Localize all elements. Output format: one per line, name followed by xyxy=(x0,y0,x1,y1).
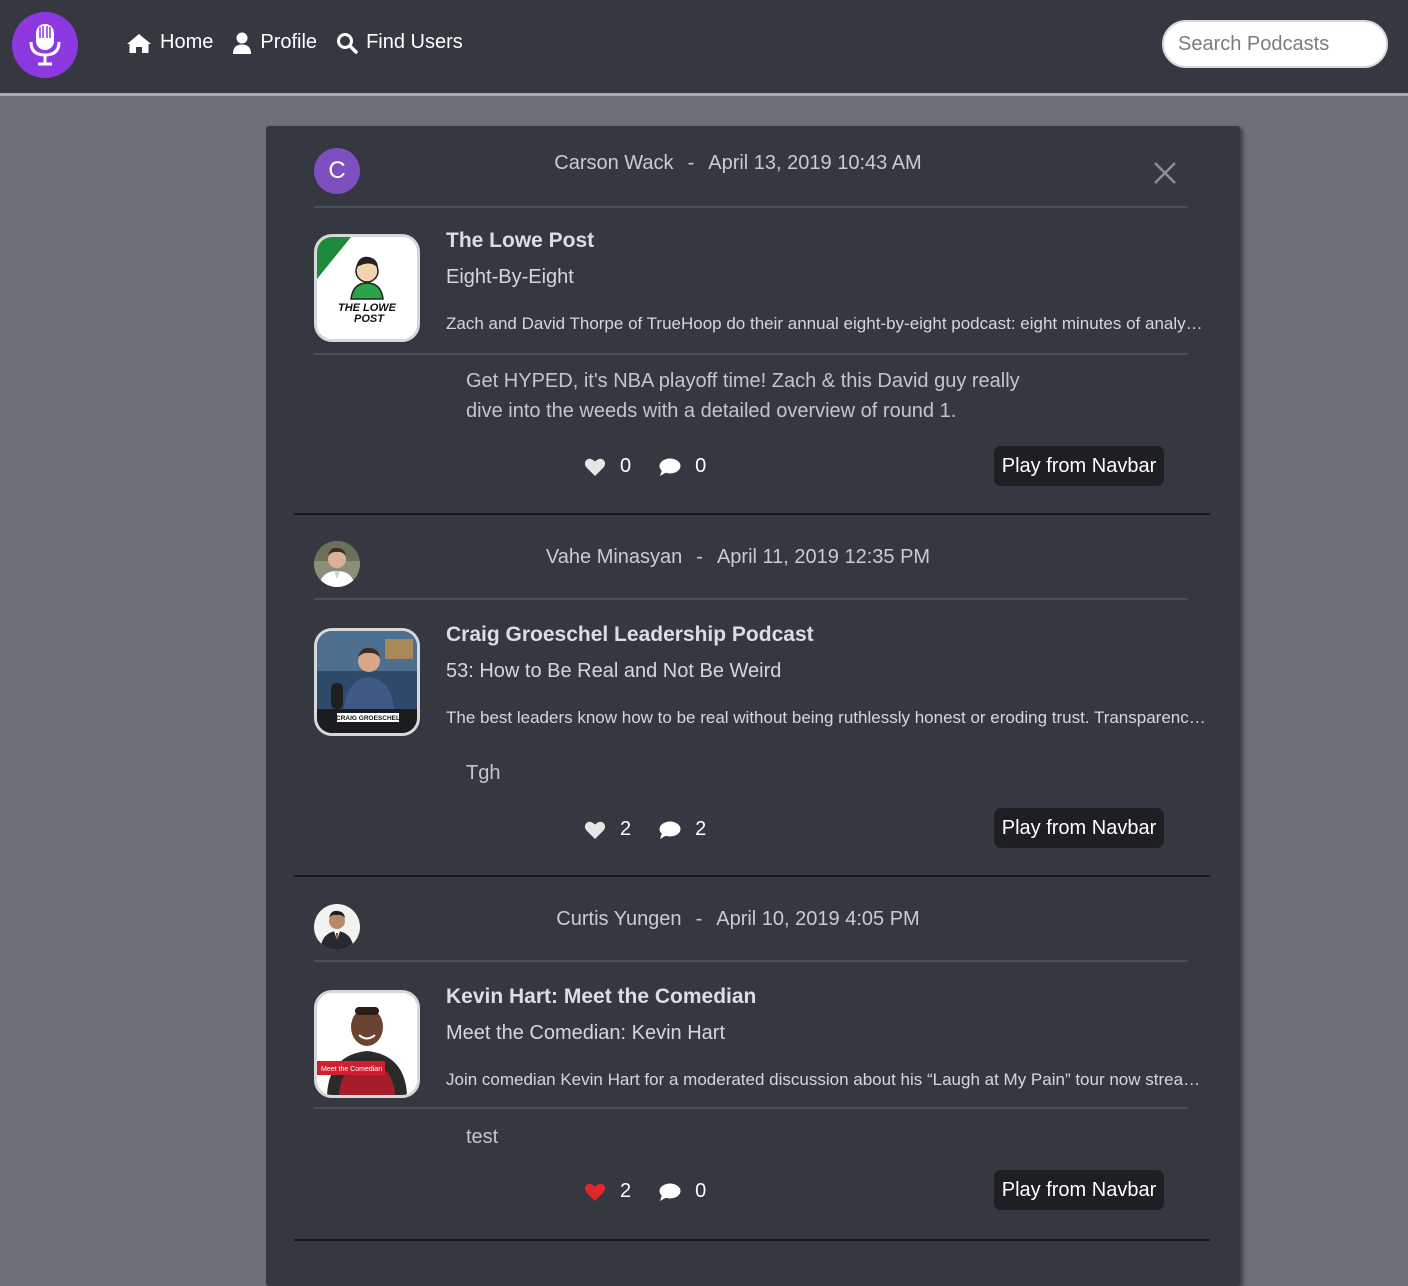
post-separator xyxy=(294,513,1210,515)
post-comment: test xyxy=(466,1126,499,1148)
play-from-navbar-button[interactable]: Play from Navbar xyxy=(994,1170,1164,1210)
heart-icon[interactable] xyxy=(584,1182,606,1202)
meta-separator: - xyxy=(696,546,703,568)
like-count: 2 xyxy=(620,1180,632,1202)
play-from-navbar-button[interactable]: Play from Navbar xyxy=(994,446,1164,486)
like-count: 0 xyxy=(620,455,632,477)
divider xyxy=(314,206,1188,208)
nav-profile[interactable]: Profile xyxy=(232,31,317,54)
art-kevin-label: Meet the Comedian xyxy=(321,1066,382,1073)
divider xyxy=(314,353,1188,355)
post-date: April 13, 2019 10:43 AM xyxy=(708,152,922,174)
post-date: April 11, 2019 12:35 PM xyxy=(716,546,931,568)
play-from-navbar-button[interactable]: Play from Navbar xyxy=(994,808,1164,848)
episode-title[interactable]: Meet the Comedian: Kevin Hart xyxy=(446,1022,725,1045)
user-icon xyxy=(233,32,252,54)
avatar[interactable]: C xyxy=(314,148,360,194)
comment-icon[interactable] xyxy=(659,457,681,477)
post-actions: 0 0 xyxy=(584,455,734,478)
heart-icon[interactable] xyxy=(584,820,606,840)
comment-count: 0 xyxy=(695,455,707,477)
navbar: Home Profile Find Users xyxy=(0,0,1408,96)
post-meta: Carson Wack - April 13, 2019 10:43 AM xyxy=(360,152,1116,175)
avatar[interactable] xyxy=(314,541,360,587)
post-date: April 10, 2019 4:05 PM xyxy=(716,908,920,930)
episode-title[interactable]: 53: How to Be Real and Not Be Weird xyxy=(446,660,781,683)
post-meta: Curtis Yungen - April 10, 2019 4:05 PM xyxy=(360,908,1116,931)
divider xyxy=(314,1107,1188,1109)
post-actions: 2 2 xyxy=(584,818,734,841)
episode-description: Zach and David Thorpe of TrueHoop do the… xyxy=(446,314,1206,333)
post-username[interactable]: Vahe Minasyan xyxy=(546,546,682,568)
podcast-title[interactable]: Kevin Hart: Meet the Comedian xyxy=(446,985,756,1009)
heart-icon[interactable] xyxy=(584,457,606,477)
comment-count: 0 xyxy=(695,1180,707,1202)
search-podcasts-input[interactable] xyxy=(1162,20,1388,68)
podcast-artwork[interactable]: CRAIG GROESCHEL xyxy=(314,628,420,736)
podcast-title[interactable]: Craig Groeschel Leadership Podcast xyxy=(446,623,814,647)
post-actions: 2 0 xyxy=(584,1180,734,1203)
home-icon xyxy=(127,33,151,53)
post-comment: Tgh xyxy=(466,762,501,784)
post-separator xyxy=(294,875,1210,877)
episode-description: Join comedian Kevin Hart for a moderated… xyxy=(446,1070,1206,1089)
comment-count: 2 xyxy=(695,818,707,840)
avatar[interactable] xyxy=(314,904,360,950)
post-username[interactable]: Carson Wack xyxy=(554,152,673,174)
comment-icon[interactable] xyxy=(659,1182,681,1202)
episode-title[interactable]: Eight-By-Eight xyxy=(446,266,574,289)
avatar-letter: C xyxy=(328,157,346,184)
post-meta: Vahe Minasyan - April 11, 2019 12:35 PM xyxy=(360,546,1116,569)
search-icon xyxy=(337,32,358,54)
art-lowe-bottom: POST xyxy=(354,313,385,325)
episode-description: The best leaders know how to be real wit… xyxy=(446,708,1206,727)
post-username[interactable]: Curtis Yungen xyxy=(556,908,681,930)
like-count: 2 xyxy=(620,818,632,840)
art-craig-label: CRAIG GROESCHEL xyxy=(336,715,400,722)
feed-panel: C Carson Wack - April 13, 2019 10:43 AM TH… xyxy=(266,126,1240,1286)
podcast-artwork[interactable]: Meet the Comedian xyxy=(314,990,420,1098)
microphone-logo-icon[interactable] xyxy=(12,12,78,78)
podcast-title[interactable]: The Lowe Post xyxy=(446,229,594,253)
post-separator xyxy=(294,1239,1210,1241)
nav-find-users-label: Find Users xyxy=(366,31,463,53)
close-icon[interactable] xyxy=(1151,159,1179,187)
meta-separator: - xyxy=(695,908,703,930)
post-comment: Get HYPED, it's NBA playoff time! Zach &… xyxy=(466,370,1020,422)
nav-find-users[interactable]: Find Users xyxy=(336,31,463,54)
nav-home-label: Home xyxy=(160,31,214,53)
nav-home[interactable]: Home xyxy=(126,31,213,54)
divider xyxy=(314,598,1188,600)
nav-profile-label: Profile xyxy=(260,31,318,53)
podcast-artwork[interactable]: THE LOWE POST xyxy=(314,234,420,342)
meta-separator: - xyxy=(687,152,695,174)
comment-icon[interactable] xyxy=(659,820,681,840)
divider xyxy=(314,960,1188,962)
